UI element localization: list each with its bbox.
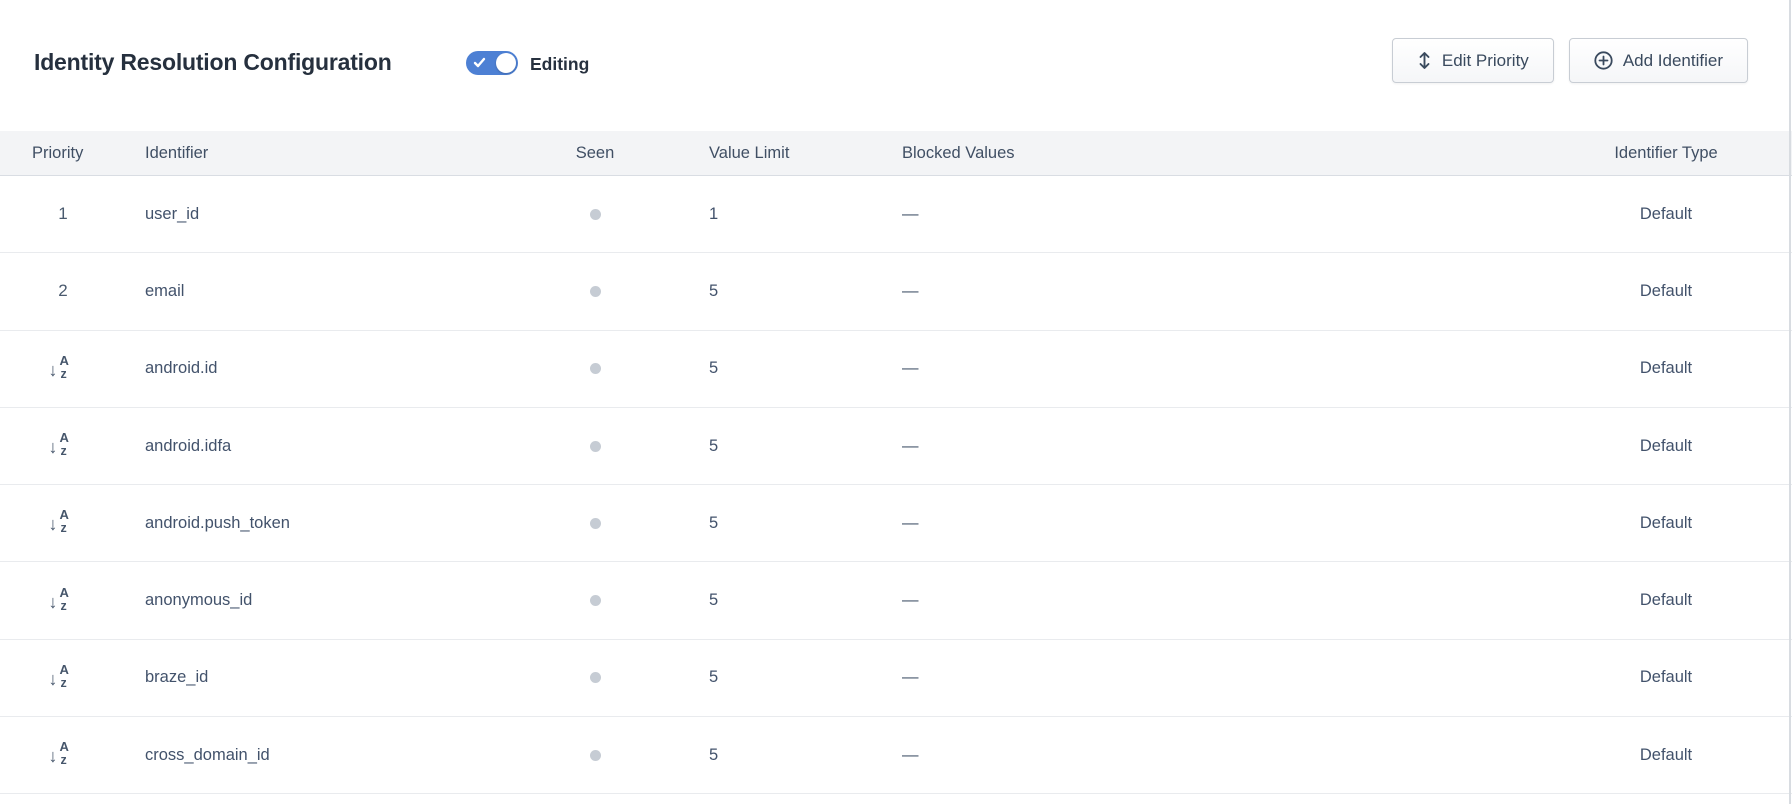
value-limit-cell: 5 [630, 668, 890, 687]
sort-alpha-icon: ↓ A z [50, 508, 77, 538]
identifier-type-cell: Default [1540, 746, 1792, 765]
seen-dot-icon [590, 672, 601, 683]
edit-priority-label: Edit Priority [1442, 51, 1529, 71]
toggle-knob [496, 53, 516, 73]
column-header-blocked-values: Blocked Values [890, 144, 1540, 163]
sort-alpha-icon: ↓ A z [50, 740, 77, 770]
seen-dot-icon [590, 518, 601, 529]
table-row: ↓ A z cross_domain_id 5 — Default [0, 717, 1792, 794]
add-identifier-button[interactable]: Add Identifier [1569, 38, 1748, 83]
value-limit-cell: 5 [630, 359, 890, 378]
seen-dot-icon [590, 441, 601, 452]
column-header-priority: Priority [0, 144, 126, 163]
blocked-values-cell: — [890, 437, 1540, 456]
add-identifier-label: Add Identifier [1623, 51, 1723, 71]
seen-cell [560, 518, 630, 529]
value-limit-cell: 5 [630, 514, 890, 533]
priority-cell: ↓ A z [0, 354, 126, 384]
priority-cell: ↓ A z [0, 508, 126, 538]
identifier-cell: braze_id [126, 668, 560, 687]
sort-alpha-icon: ↓ A z [50, 586, 77, 616]
blocked-values-cell: — [890, 746, 1540, 765]
priority-number: 2 [58, 281, 67, 301]
identifier-type-cell: Default [1540, 205, 1792, 224]
priority-cell: 2 ↓ A z [0, 281, 126, 301]
sort-alpha-icon: ↓ A z [50, 663, 77, 693]
priority-cell: ↓ A z [0, 431, 126, 461]
blocked-values-cell: — [890, 668, 1540, 687]
blocked-values-cell: — [890, 514, 1540, 533]
table-row: ↓ A z android.push_token 5 — Default [0, 485, 1792, 562]
toolbar: Edit Priority Add Identifier [1392, 38, 1748, 83]
seen-dot-icon [590, 750, 601, 761]
identifier-type-cell: Default [1540, 514, 1792, 533]
seen-dot-icon [590, 595, 601, 606]
seen-cell [560, 363, 630, 374]
column-header-identifier-type: Identifier Type [1540, 144, 1792, 163]
editing-toggle-label: Editing [530, 54, 589, 75]
identifier-type-cell: Default [1540, 668, 1792, 687]
blocked-values-cell: — [890, 282, 1540, 301]
value-limit-cell: 5 [630, 282, 890, 301]
table-body: 1 ↓ A z user_id 1 — Default 2 ↓ A z emai… [0, 176, 1792, 794]
sort-alpha-icon: ↓ A z [50, 354, 77, 384]
priority-cell: ↓ A z [0, 740, 126, 770]
value-limit-cell: 5 [630, 591, 890, 610]
priority-cell: ↓ A z [0, 663, 126, 693]
seen-cell [560, 595, 630, 606]
editing-toggle[interactable] [466, 51, 518, 75]
check-icon [473, 56, 486, 74]
seen-cell [560, 209, 630, 220]
identifier-cell: email [126, 282, 560, 301]
seen-dot-icon [590, 209, 601, 220]
value-limit-cell: 5 [630, 746, 890, 765]
table-row: 2 ↓ A z email 5 — Default [0, 253, 1792, 330]
identifier-cell: user_id [126, 205, 560, 224]
table-row: ↓ A z anonymous_id 5 — Default [0, 562, 1792, 639]
column-header-value-limit: Value Limit [630, 144, 890, 163]
column-header-seen: Seen [560, 144, 630, 163]
page-header: Identity Resolution Configuration Editin… [0, 0, 1792, 131]
identifier-type-cell: Default [1540, 437, 1792, 456]
seen-cell [560, 750, 630, 761]
identifier-type-cell: Default [1540, 282, 1792, 301]
identifier-cell: android.idfa [126, 437, 560, 456]
seen-cell [560, 286, 630, 297]
edit-priority-button[interactable]: Edit Priority [1392, 38, 1554, 83]
seen-dot-icon [590, 286, 601, 297]
circle-plus-icon [1594, 51, 1613, 70]
panel-right-border [1789, 0, 1791, 804]
table-row: 1 ↓ A z user_id 1 — Default [0, 176, 1792, 253]
table-row: ↓ A z android.id 5 — Default [0, 331, 1792, 408]
table-header-row: Priority Identifier Seen Value Limit Blo… [0, 131, 1792, 176]
blocked-values-cell: — [890, 591, 1540, 610]
value-limit-cell: 5 [630, 437, 890, 456]
identifier-cell: android.id [126, 359, 560, 378]
identifier-cell: anonymous_id [126, 591, 560, 610]
priority-number: 1 [58, 204, 67, 224]
page-title: Identity Resolution Configuration [34, 49, 392, 76]
identifier-cell: cross_domain_id [126, 746, 560, 765]
identifier-type-cell: Default [1540, 359, 1792, 378]
blocked-values-cell: — [890, 359, 1540, 378]
table-row: ↓ A z braze_id 5 — Default [0, 640, 1792, 717]
priority-cell: ↓ A z [0, 586, 126, 616]
identifier-type-cell: Default [1540, 591, 1792, 610]
up-down-arrow-icon [1417, 51, 1432, 70]
seen-cell [560, 672, 630, 683]
seen-dot-icon [590, 363, 601, 374]
column-header-identifier: Identifier [126, 144, 560, 163]
blocked-values-cell: — [890, 205, 1540, 224]
table-row: ↓ A z android.idfa 5 — Default [0, 408, 1792, 485]
identifier-cell: android.push_token [126, 514, 560, 533]
sort-alpha-icon: ↓ A z [50, 431, 77, 461]
seen-cell [560, 441, 630, 452]
priority-cell: 1 ↓ A z [0, 204, 126, 224]
value-limit-cell: 1 [630, 205, 890, 224]
